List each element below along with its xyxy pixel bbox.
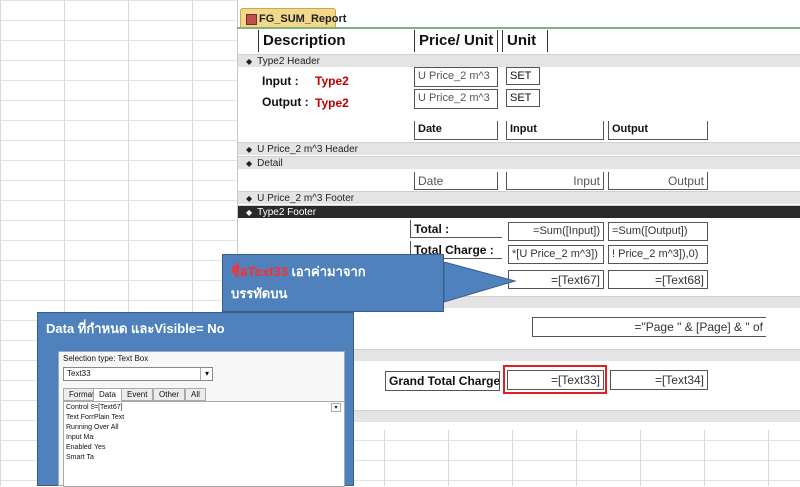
band-arrow-icon: ◆ xyxy=(246,145,253,154)
tab-all[interactable]: All xyxy=(185,388,206,401)
input-type-value[interactable]: Type2 xyxy=(315,74,349,88)
band-arrow-icon: ◆ xyxy=(246,159,253,168)
output-column-label[interactable]: Output xyxy=(608,121,708,140)
output-label[interactable]: Output : xyxy=(262,95,309,109)
tab-data[interactable]: Data xyxy=(93,388,122,401)
input-label[interactable]: Input : xyxy=(262,74,299,88)
detail-input-field[interactable]: Input xyxy=(506,172,604,190)
total-label[interactable]: Total : xyxy=(410,220,502,238)
chevron-down-icon[interactable]: ▾ xyxy=(200,368,213,380)
uprice-field-1[interactable]: U Price_2 m^3 xyxy=(414,67,498,87)
report-tab[interactable]: FG_SUM_Report xyxy=(240,8,346,28)
selection-type-label: Selection type: Text Box xyxy=(63,354,149,363)
grand-total-label[interactable]: Grand Total Charge : xyxy=(385,371,500,391)
detail-date-field[interactable]: Date xyxy=(414,172,498,190)
callout-note: ชื่อText33 เอาค่ามาจาก บรรทัดบน xyxy=(222,254,444,312)
property-row[interactable]: Text Format Plain Text xyxy=(64,413,344,423)
page-number-field[interactable]: ="Page " & [Page] & " of xyxy=(532,317,766,337)
text68-field[interactable]: =[Text68] xyxy=(608,270,708,289)
uprice-field-2[interactable]: U Price_2 m^3 xyxy=(414,89,498,109)
detail-output-field[interactable]: Output xyxy=(608,172,708,190)
unit-field-1[interactable]: SET xyxy=(506,67,540,85)
property-list: Control Source =[Text67] ▾ Text Format P… xyxy=(63,401,345,487)
band-type2-header[interactable]: ◆ Type2 Header xyxy=(238,54,800,67)
sum-output-field[interactable]: =Sum([Output]) xyxy=(608,222,708,241)
callout-highlight-text: ชื่อText33 xyxy=(231,264,288,279)
band-uprice-header[interactable]: ◆ U Price_2 m^3 Header xyxy=(238,142,800,155)
unit-header[interactable]: Unit xyxy=(502,30,548,52)
unit-field-2[interactable]: SET xyxy=(506,89,540,107)
description-header[interactable]: Description xyxy=(258,30,391,52)
report-icon xyxy=(246,14,257,25)
selection-highlight xyxy=(503,365,607,394)
property-sheet[interactable]: Selection type: Text Box Text33 ▾ Format… xyxy=(58,351,345,487)
chevron-down-icon[interactable]: ▾ xyxy=(331,403,341,412)
price-unit-header[interactable]: Price/ Unit xyxy=(414,30,498,52)
band-type2-footer[interactable]: ◆ Type2 Footer xyxy=(238,205,800,218)
tab-divider xyxy=(237,27,800,29)
callout-text: เอาค่ามาจาก xyxy=(287,264,366,279)
property-row[interactable]: Input Mask xyxy=(64,433,344,443)
band-arrow-icon: ◆ xyxy=(246,57,253,66)
input-column-label[interactable]: Input xyxy=(506,121,604,140)
callout-text-2: บรรทัดบน xyxy=(231,286,288,301)
text34-field[interactable]: =[Text34] xyxy=(610,370,708,390)
sum-input-field[interactable]: =Sum([Input]) xyxy=(508,222,604,241)
band-detail[interactable]: ◆ Detail xyxy=(238,156,800,169)
property-row[interactable]: Smart Tags xyxy=(64,453,344,463)
property-row[interactable]: Running Sum Over All xyxy=(64,423,344,433)
property-row[interactable]: Enabled Yes xyxy=(64,443,344,453)
date-column-label[interactable]: Date xyxy=(414,121,498,140)
band-arrow-icon: ◆ xyxy=(246,194,253,203)
band-uprice-footer[interactable]: ◆ U Price_2 m^3 Footer xyxy=(238,191,800,204)
band-arrow-icon: ◆ xyxy=(246,208,253,217)
panel-title: Data ที่กำหนด และVisible= No xyxy=(46,321,225,336)
tab-event[interactable]: Event xyxy=(121,388,154,401)
object-select[interactable]: Text33 xyxy=(63,367,213,381)
charge-output-field[interactable]: ! Price_2 m^3]),0) xyxy=(608,245,708,264)
output-type-value[interactable]: Type2 xyxy=(315,96,349,110)
tab-other[interactable]: Other xyxy=(153,388,186,401)
property-row[interactable]: Control Source =[Text67] ▾ xyxy=(64,403,344,413)
